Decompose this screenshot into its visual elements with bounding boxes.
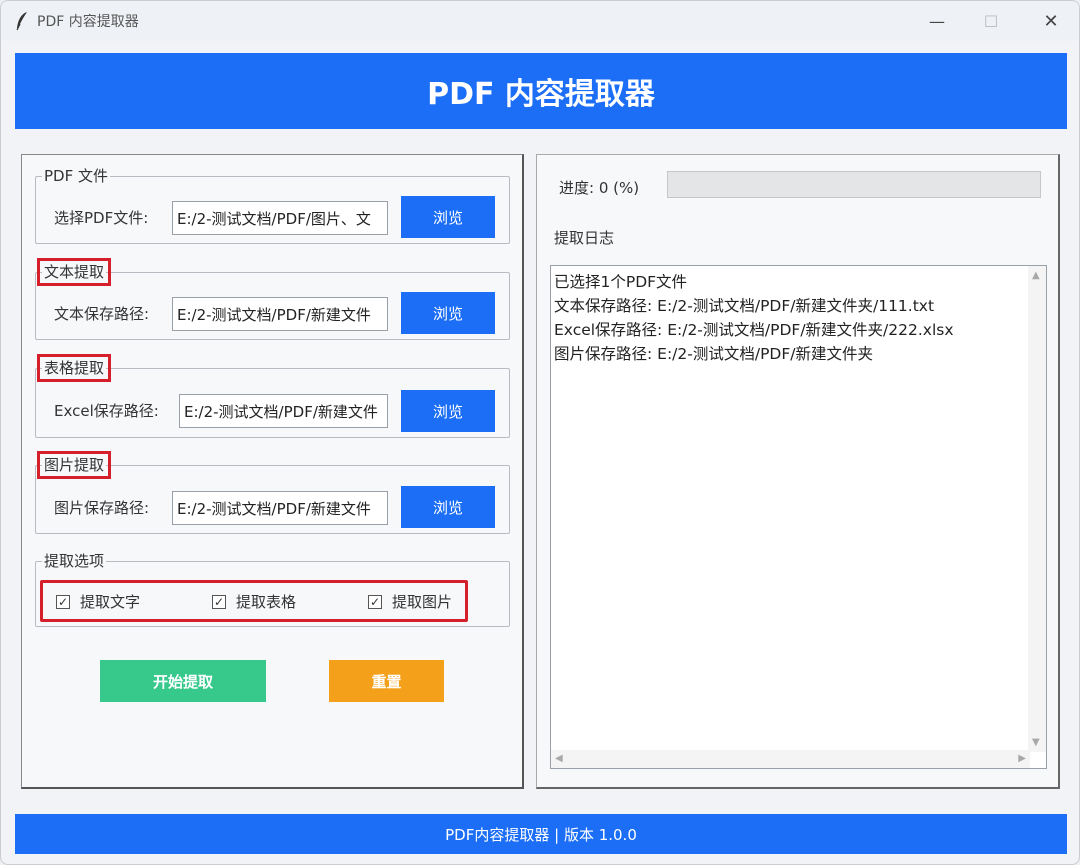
pdf-file-legend: PDF 文件 bbox=[42, 167, 110, 185]
progress-bar bbox=[667, 171, 1041, 198]
scroll-up-icon[interactable]: ▲ bbox=[1032, 270, 1040, 281]
settings-panel: PDF 文件 选择PDF文件: E:/2-测试文档/PDF/图片、文 浏览 文本… bbox=[21, 154, 524, 789]
reset-button[interactable]: 重置 bbox=[329, 660, 444, 702]
app-heading: PDF 内容提取器 bbox=[427, 77, 655, 112]
image-path-label: 图片保存路径: bbox=[54, 499, 150, 517]
browse-pdf-button[interactable]: 浏览 bbox=[401, 196, 495, 238]
text-extract-legend: 文本提取 bbox=[36, 258, 112, 286]
extract-options-legend: 提取选项 bbox=[42, 552, 107, 570]
log-line: 图片保存路径: E:/2-测试文档/PDF/新建文件夹 bbox=[554, 345, 873, 363]
scroll-left-icon[interactable]: ◀ bbox=[555, 753, 563, 764]
maximize-button[interactable]: ☐ bbox=[963, 1, 1019, 41]
progress-label: 进度: 0 (%) bbox=[559, 179, 640, 197]
table-extract-legend: 表格提取 bbox=[36, 354, 112, 382]
text-extract-group: 文本提取 文本保存路径: E:/2-测试文档/PDF/新建文件 浏览 bbox=[35, 258, 510, 340]
excel-path-input[interactable]: E:/2-测试文档/PDF/新建文件 bbox=[179, 394, 388, 428]
header-banner: PDF 内容提取器 bbox=[15, 53, 1067, 129]
image-path-input[interactable]: E:/2-测试文档/PDF/新建文件 bbox=[172, 491, 388, 525]
option-label: 提取文字 bbox=[80, 593, 141, 611]
log-title: 提取日志 bbox=[554, 229, 615, 247]
app-window: PDF 内容提取器 — ☐ ✕ PDF 内容提取器 PDF 文件 选择PDF文件… bbox=[0, 0, 1080, 865]
option-label: 提取表格 bbox=[236, 593, 297, 611]
pdf-file-group: PDF 文件 选择PDF文件: E:/2-测试文档/PDF/图片、文 浏览 bbox=[35, 167, 510, 244]
browse-excel-button[interactable]: 浏览 bbox=[401, 390, 495, 432]
checkbox-extract-image[interactable]: ✓ bbox=[368, 594, 382, 609]
pdf-file-input[interactable]: E:/2-测试文档/PDF/图片、文 bbox=[172, 201, 388, 235]
log-line: Excel保存路径: E:/2-测试文档/PDF/新建文件夹/222.xlsx bbox=[554, 321, 954, 339]
version-text: PDF内容提取器 | 版本 1.0.0 bbox=[445, 825, 637, 844]
browse-text-button[interactable]: 浏览 bbox=[401, 292, 495, 334]
checkbox-extract-text[interactable]: ✓ bbox=[56, 594, 70, 609]
option-extract-table[interactable]: ✓ 提取表格 bbox=[212, 591, 296, 612]
window-title: PDF 内容提取器 bbox=[37, 14, 139, 30]
log-textarea[interactable]: 已选择1个PDF文件 文本保存路径: E:/2-测试文档/PDF/新建文件夹/1… bbox=[550, 265, 1047, 769]
checkbox-extract-table[interactable]: ✓ bbox=[212, 594, 226, 609]
table-extract-group: 表格提取 Excel保存路径: E:/2-测试文档/PDF/新建文件 浏览 bbox=[35, 354, 510, 438]
scroll-down-icon[interactable]: ▼ bbox=[1032, 737, 1040, 748]
title-bar: PDF 内容提取器 — ☐ ✕ bbox=[1, 1, 1079, 41]
image-extract-legend: 图片提取 bbox=[36, 451, 112, 479]
start-extract-button[interactable]: 开始提取 bbox=[100, 660, 266, 702]
pdf-file-label: 选择PDF文件: bbox=[54, 209, 149, 227]
minimize-button[interactable]: — bbox=[909, 1, 965, 41]
close-button[interactable]: ✕ bbox=[1023, 1, 1079, 41]
log-panel: 进度: 0 (%) 提取日志 已选择1个PDF文件 文本保存路径: E:/2-测… bbox=[536, 154, 1060, 789]
vertical-scrollbar[interactable]: ▲ ▼ bbox=[1028, 266, 1046, 752]
option-extract-image[interactable]: ✓ 提取图片 bbox=[368, 591, 452, 612]
browse-image-button[interactable]: 浏览 bbox=[401, 486, 495, 528]
option-label: 提取图片 bbox=[392, 593, 453, 611]
status-footer: PDF内容提取器 | 版本 1.0.0 bbox=[15, 814, 1067, 854]
option-extract-text[interactable]: ✓ 提取文字 bbox=[56, 591, 140, 612]
feather-icon bbox=[16, 12, 27, 31]
log-line: 已选择1个PDF文件 bbox=[554, 273, 688, 291]
log-lines: 已选择1个PDF文件 文本保存路径: E:/2-测试文档/PDF/新建文件夹/1… bbox=[554, 270, 954, 366]
text-path-label: 文本保存路径: bbox=[54, 305, 150, 323]
text-path-input[interactable]: E:/2-测试文档/PDF/新建文件 bbox=[172, 297, 388, 331]
scroll-right-icon[interactable]: ▶ bbox=[1018, 753, 1026, 764]
excel-path-label: Excel保存路径: bbox=[54, 402, 159, 420]
horizontal-scrollbar[interactable]: ◀ ▶ bbox=[551, 750, 1030, 768]
image-extract-group: 图片提取 图片保存路径: E:/2-测试文档/PDF/新建文件 浏览 bbox=[35, 451, 510, 534]
log-line: 文本保存路径: E:/2-测试文档/PDF/新建文件夹/111.txt bbox=[554, 297, 935, 315]
